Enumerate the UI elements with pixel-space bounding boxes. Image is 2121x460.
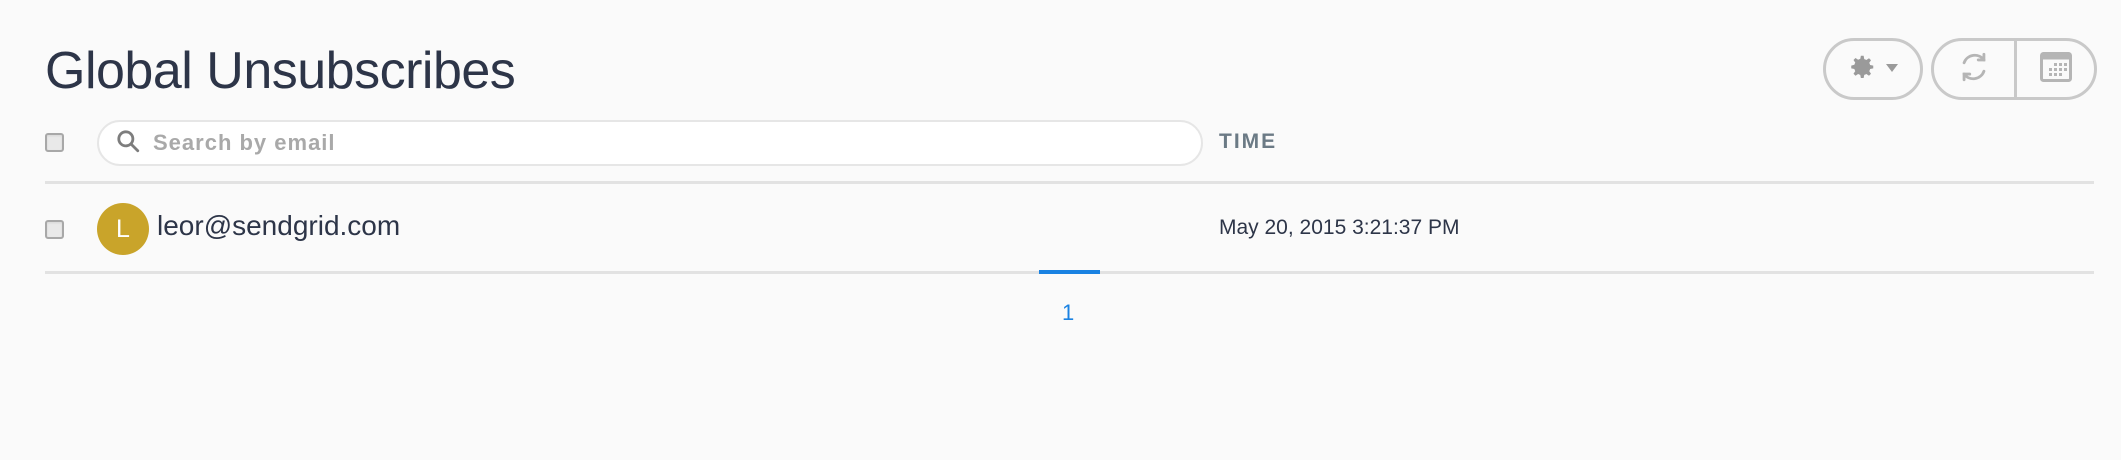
search-input[interactable] [153, 130, 1193, 156]
refresh-button[interactable] [1934, 41, 2014, 97]
pagination-page-1[interactable]: 1 [1062, 300, 1074, 326]
calendar-button[interactable] [2014, 41, 2094, 97]
column-header-time[interactable]: TIME [1219, 130, 1277, 154]
view-button-group [1931, 38, 2097, 100]
chevron-down-icon [1885, 60, 1899, 78]
settings-dropdown-button[interactable] [1823, 38, 1923, 100]
page-title: Global Unsubscribes [45, 42, 516, 100]
select-all-checkbox[interactable] [45, 133, 64, 152]
table-header: TIME [45, 120, 2094, 184]
row-time: May 20, 2015 3:21:37 PM [1219, 216, 1460, 239]
gear-icon [1847, 52, 1877, 87]
toolbar [1823, 38, 2097, 100]
calendar-icon [2039, 51, 2072, 87]
avatar: L [97, 203, 149, 255]
search-icon [115, 128, 141, 159]
row-checkbox[interactable] [45, 220, 64, 239]
table-row: L leor@sendgrid.com May 20, 2015 3:21:37… [45, 184, 2094, 274]
refresh-icon [1957, 50, 1991, 89]
row-email: leor@sendgrid.com [157, 210, 401, 241]
search-box [97, 120, 1203, 166]
page: Global Unsubscribes Search by email TIME… [0, 0, 2121, 460]
pagination-active-indicator [1039, 270, 1100, 274]
